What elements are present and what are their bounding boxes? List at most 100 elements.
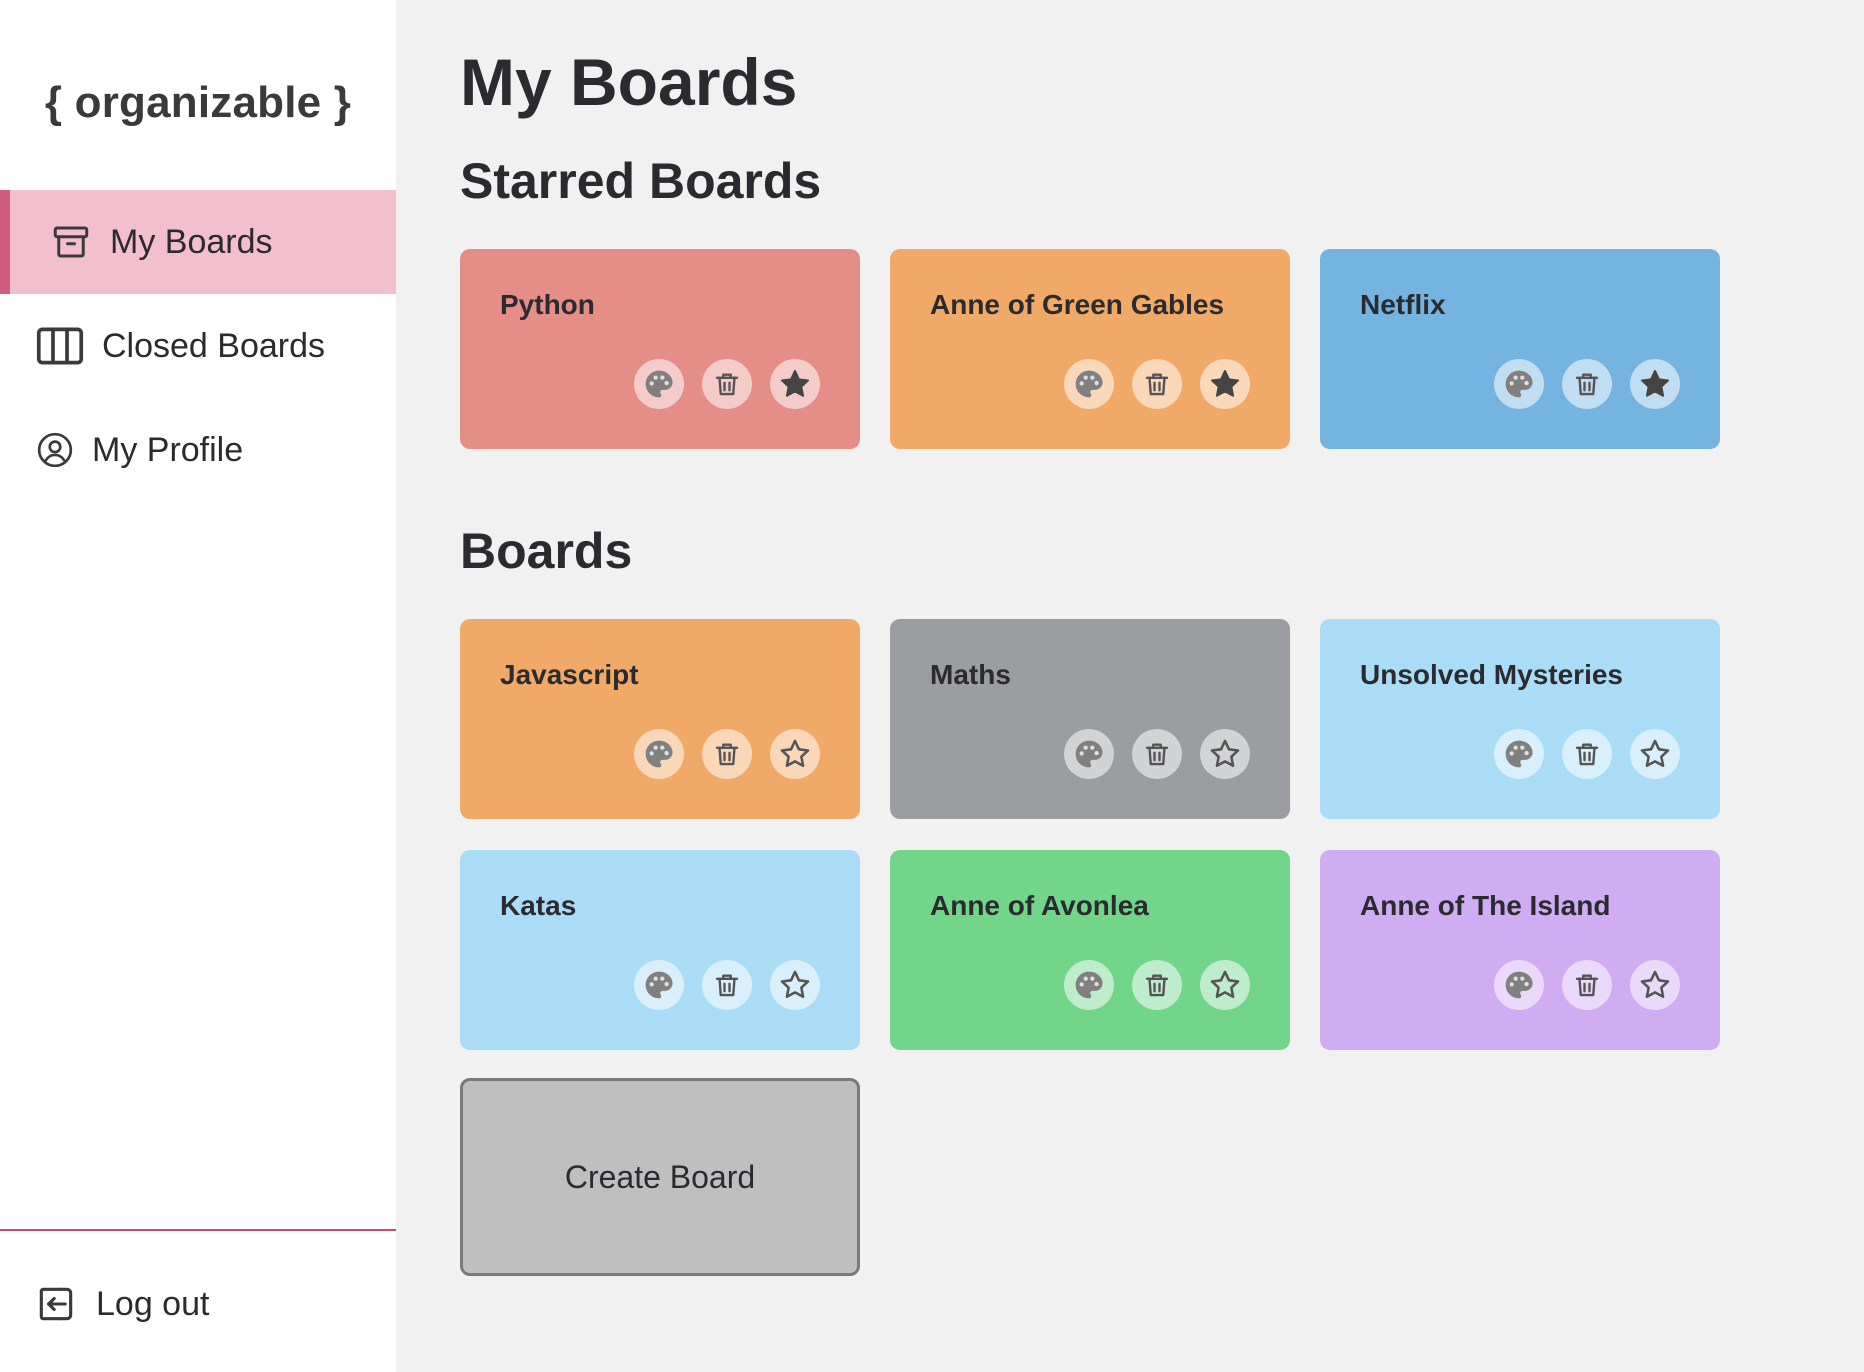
- sidebar-item-closed-boards[interactable]: Closed Boards: [0, 294, 396, 398]
- logout-label: Log out: [96, 1284, 210, 1323]
- unstar-board-button[interactable]: [770, 359, 820, 409]
- palette-icon: [643, 738, 675, 770]
- sidebar-item-my-profile[interactable]: My Profile: [0, 398, 396, 502]
- palette-icon: [643, 969, 675, 1001]
- trash-icon: [1142, 369, 1172, 399]
- palette-icon: [1073, 969, 1105, 1001]
- board-actions: [1494, 729, 1680, 779]
- page-title: My Boards: [460, 45, 798, 119]
- trash-icon: [1142, 739, 1172, 769]
- board-card[interactable]: Javascript: [460, 619, 860, 819]
- board-card[interactable]: Anne of The Island: [1320, 850, 1720, 1050]
- columns-icon: [36, 325, 84, 367]
- star-board-button[interactable]: [770, 729, 820, 779]
- board-card[interactable]: Anne of Green Gables: [890, 249, 1290, 449]
- star-filled-icon: [1208, 367, 1242, 401]
- sidebar: { organizable } My Boards Closed Boards: [0, 0, 396, 1372]
- delete-board-button[interactable]: [702, 729, 752, 779]
- delete-board-button[interactable]: [1132, 359, 1182, 409]
- star-outline-icon: [1638, 737, 1672, 771]
- star-outline-icon: [1208, 968, 1242, 1002]
- board-actions: [1494, 359, 1680, 409]
- delete-board-button[interactable]: [702, 960, 752, 1010]
- change-color-button[interactable]: [1064, 729, 1114, 779]
- board-actions: [1494, 960, 1680, 1010]
- palette-icon: [1073, 738, 1105, 770]
- board-name: Netflix: [1360, 289, 1446, 320]
- star-outline-icon: [778, 968, 812, 1002]
- app-logo[interactable]: { organizable }: [0, 78, 396, 128]
- unstar-board-button[interactable]: [1200, 359, 1250, 409]
- sidebar-item-label: My Profile: [92, 430, 244, 469]
- board-actions: [634, 729, 820, 779]
- board-name: Anne of Green Gables: [930, 289, 1225, 320]
- archive-box-icon: [50, 221, 92, 263]
- user-circle-icon: [36, 431, 74, 469]
- trash-icon: [1142, 970, 1172, 1000]
- star-outline-icon: [1208, 737, 1242, 771]
- change-color-button[interactable]: [634, 729, 684, 779]
- main-content: My Boards Starred Boards Boards Python An…: [396, 0, 1864, 1372]
- change-color-button[interactable]: [1064, 359, 1114, 409]
- palette-icon: [1073, 368, 1105, 400]
- sidebar-item-label: Closed Boards: [102, 326, 326, 365]
- star-board-button[interactable]: [1200, 729, 1250, 779]
- board-card[interactable]: Katas: [460, 850, 860, 1050]
- logout-button[interactable]: Log out: [0, 1252, 396, 1356]
- change-color-button[interactable]: [1494, 960, 1544, 1010]
- delete-board-button[interactable]: [1562, 960, 1612, 1010]
- palette-icon: [1503, 368, 1535, 400]
- delete-board-button[interactable]: [1132, 960, 1182, 1010]
- delete-board-button[interactable]: [702, 359, 752, 409]
- star-filled-icon: [778, 367, 812, 401]
- star-board-button[interactable]: [1630, 729, 1680, 779]
- board-card[interactable]: Python: [460, 249, 860, 449]
- star-filled-icon: [1638, 367, 1672, 401]
- trash-icon: [1572, 369, 1602, 399]
- change-color-button[interactable]: [1494, 729, 1544, 779]
- board-name: Anne of Avonlea: [930, 890, 1149, 921]
- board-card[interactable]: Unsolved Mysteries: [1320, 619, 1720, 819]
- trash-icon: [1572, 970, 1602, 1000]
- trash-icon: [712, 970, 742, 1000]
- boards-section-title: Boards: [460, 523, 633, 579]
- palette-icon: [1503, 969, 1535, 1001]
- sidebar-item-label: My Boards: [110, 222, 273, 261]
- palette-icon: [643, 368, 675, 400]
- board-actions: [1064, 729, 1250, 779]
- board-name: Python: [500, 289, 595, 320]
- logout-icon: [34, 1282, 78, 1326]
- star-outline-icon: [1638, 968, 1672, 1002]
- board-actions: [634, 359, 820, 409]
- board-name: Unsolved Mysteries: [1360, 659, 1623, 690]
- board-actions: [634, 960, 820, 1010]
- board-name: Maths: [930, 659, 1011, 690]
- sidebar-item-my-boards[interactable]: My Boards: [0, 190, 396, 294]
- change-color-button[interactable]: [1494, 359, 1544, 409]
- board-name: Katas: [500, 890, 577, 921]
- board-card[interactable]: Netflix: [1320, 249, 1720, 449]
- board-card[interactable]: Anne of Avonlea: [890, 850, 1290, 1050]
- delete-board-button[interactable]: [1562, 729, 1612, 779]
- star-board-button[interactable]: [770, 960, 820, 1010]
- unstar-board-button[interactable]: [1630, 359, 1680, 409]
- board-actions: [1064, 359, 1250, 409]
- change-color-button[interactable]: [634, 359, 684, 409]
- trash-icon: [1572, 739, 1602, 769]
- star-board-button[interactable]: [1630, 960, 1680, 1010]
- star-board-button[interactable]: [1200, 960, 1250, 1010]
- palette-icon: [1503, 738, 1535, 770]
- star-outline-icon: [778, 737, 812, 771]
- trash-icon: [712, 739, 742, 769]
- trash-icon: [712, 369, 742, 399]
- delete-board-button[interactable]: [1562, 359, 1612, 409]
- delete-board-button[interactable]: [1132, 729, 1182, 779]
- board-card[interactable]: Maths: [890, 619, 1290, 819]
- board-actions: [1064, 960, 1250, 1010]
- board-name: Anne of The Island: [1360, 890, 1611, 921]
- change-color-button[interactable]: [634, 960, 684, 1010]
- board-name: Javascript: [500, 659, 639, 690]
- create-board-button[interactable]: Create Board: [460, 1078, 860, 1276]
- starred-section-title: Starred Boards: [460, 153, 822, 209]
- change-color-button[interactable]: [1064, 960, 1114, 1010]
